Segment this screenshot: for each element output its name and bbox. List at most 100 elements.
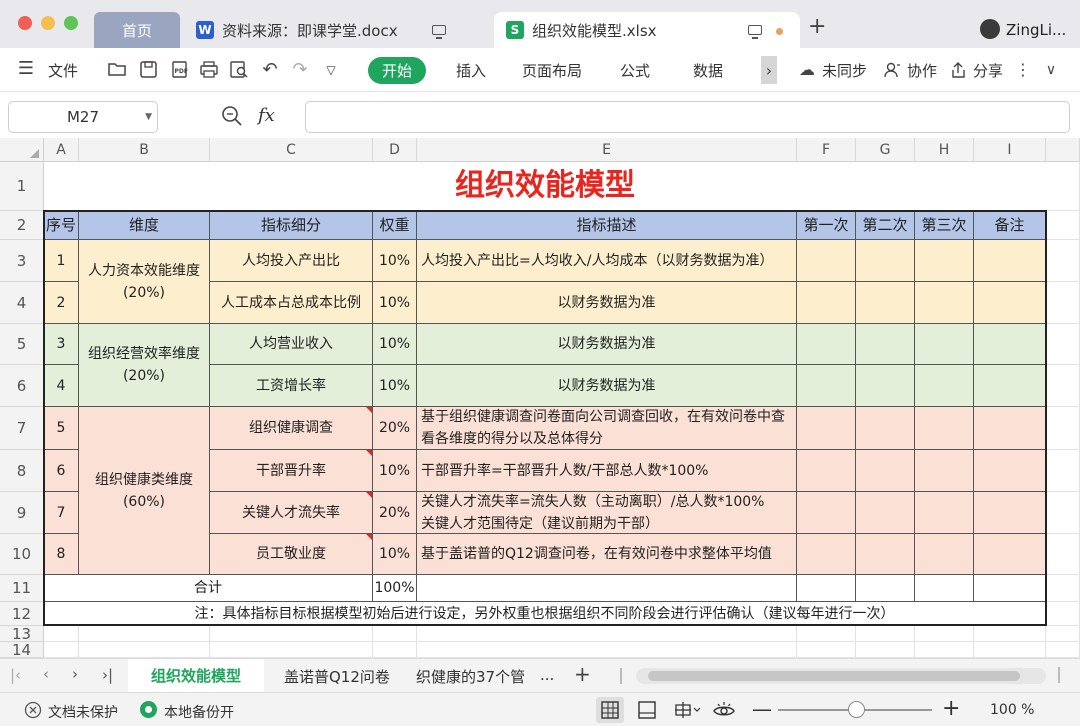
score-cell[interactable] [974,450,1046,492]
zoom-in-button[interactable]: + [942,696,960,721]
zoom-slider-thumb[interactable] [848,701,865,718]
eye-protection-icon[interactable] [713,701,735,723]
row-header-6[interactable]: 6 [0,365,44,407]
header-cell[interactable]: 备注 [974,211,1046,240]
empty-cell[interactable] [1046,211,1080,240]
monitor-icon[interactable] [748,25,762,39]
score-cell[interactable] [856,365,915,407]
collapse-ribbon-icon[interactable]: ∨ [1042,61,1060,79]
sync-status[interactable]: 未同步 [822,48,867,92]
empty-cell[interactable] [915,642,974,658]
scrollbar-thumb[interactable] [648,671,1020,681]
header-cell[interactable]: 指标描述 [417,211,797,240]
score-cell[interactable] [797,365,856,407]
empty-cell[interactable] [44,642,79,658]
column-header-d[interactable]: D [373,138,417,162]
row-number-cell[interactable]: 2 [44,282,79,324]
metric-cell[interactable]: 员工敬业度 [210,534,373,575]
add-sheet-button[interactable]: + [574,662,591,686]
score-cell[interactable] [856,282,915,324]
row-number-cell[interactable]: 7 [44,492,79,534]
score-cell[interactable] [797,450,856,492]
column-header-a[interactable]: A [44,138,79,162]
header-cell[interactable]: 序号 [44,211,79,240]
metric-cell[interactable]: 人工成本占总成本比例 [210,282,373,324]
dimension-cell[interactable]: 组织经营效率维度 (20%) [79,324,210,407]
weight-cell[interactable]: 20% [373,407,417,450]
score-cell[interactable] [856,407,915,450]
weight-cell[interactable]: 10% [373,282,417,324]
header-cell[interactable]: 第三次 [915,211,974,240]
empty-cell[interactable] [974,626,1046,642]
protect-status[interactable]: 文档未保护 [48,702,118,722]
column-header-g[interactable]: G [856,138,915,162]
note-cell[interactable]: 注：具体指标目标根据模型初始后进行设定，另外权重也根据组织不同阶段会进行评估确认… [44,602,1046,626]
header-cell[interactable]: 第二次 [856,211,915,240]
description-cell[interactable]: 以财务数据为准 [417,365,797,407]
row-number-cell[interactable]: 8 [44,534,79,575]
new-tab-button[interactable]: + [808,14,826,39]
score-cell[interactable] [915,534,974,575]
total-empty-cell[interactable] [797,575,856,602]
metric-cell[interactable]: 人均投入产出比 [210,240,373,282]
empty-cell[interactable] [1046,626,1080,642]
row-number-cell[interactable]: 6 [44,450,79,492]
row-header-8[interactable]: 8 [0,450,44,492]
normal-view-button[interactable] [596,697,624,723]
fx-icon[interactable]: fx [258,105,275,126]
metric-cell[interactable]: 人均营业收入 [210,324,373,365]
next-sheet-button[interactable]: › [72,665,78,683]
column-header-b[interactable]: B [79,138,210,162]
row-number-cell[interactable]: 3 [44,324,79,365]
empty-cell[interactable] [373,642,417,658]
row-header-1[interactable]: 1 [0,162,44,211]
formula-input[interactable] [305,101,1070,133]
row-header-2[interactable]: 2 [0,211,44,240]
score-cell[interactable] [856,324,915,365]
score-cell[interactable] [797,282,856,324]
score-cell[interactable] [797,407,856,450]
zoom-out-button[interactable]: — [752,697,772,721]
undo-icon[interactable]: ↶ [261,61,279,79]
score-cell[interactable] [974,282,1046,324]
empty-cell[interactable] [1046,534,1080,575]
empty-cell[interactable] [1046,642,1080,658]
score-cell[interactable] [915,365,974,407]
zoom-level[interactable]: 100 % [990,702,1034,718]
prev-sheet-button[interactable]: ‹ [43,665,49,683]
empty-cell[interactable] [1046,365,1080,407]
name-box[interactable]: M27 ▼ [8,101,158,133]
total-empty-cell[interactable] [856,575,915,602]
more-options-icon[interactable]: ⋮ [1014,61,1032,79]
tab-docx[interactable]: W 资料来源：即课学堂.docx [196,12,486,48]
description-cell[interactable]: 基于组织健康调查问卷面向公司调查回收，在有效问卷中查看各维度的得分以及总体得分 [417,407,797,450]
empty-cell[interactable] [210,642,373,658]
weight-cell[interactable]: 10% [373,324,417,365]
total-empty-cell[interactable] [915,575,974,602]
empty-cell[interactable] [915,626,974,642]
row-header-12[interactable]: 12 [0,602,44,626]
freeze-pane-icon[interactable] [674,701,701,723]
page-view-icon[interactable] [638,701,656,723]
select-all-corner[interactable] [0,138,44,162]
description-cell[interactable]: 基于盖诺普的Q12调查问卷，在有效问卷中求整体平均值 [417,534,797,575]
column-header-h[interactable]: H [915,138,974,162]
empty-cell[interactable] [1046,602,1080,626]
user-name[interactable]: ZingLi... [1006,21,1066,39]
tab-start[interactable]: 开始 [368,48,427,92]
empty-cell[interactable] [1046,240,1080,282]
score-cell[interactable] [915,240,974,282]
empty-cell[interactable] [1046,324,1080,365]
empty-cell[interactable] [797,642,856,658]
score-cell[interactable] [797,240,856,282]
score-cell[interactable] [797,534,856,575]
sheet-tab-active[interactable]: 组织效能模型 [128,659,264,692]
score-cell[interactable] [974,407,1046,450]
description-cell[interactable]: 人均投入产出比=人均收入/人均成本（以财务数据为准） [417,240,797,282]
score-cell[interactable] [915,324,974,365]
empty-cell[interactable] [1046,282,1080,324]
first-sheet-button[interactable]: |‹ [10,666,21,684]
save-icon[interactable] [139,61,157,79]
empty-cell[interactable] [856,642,915,658]
header-cell[interactable]: 指标细分 [210,211,373,240]
